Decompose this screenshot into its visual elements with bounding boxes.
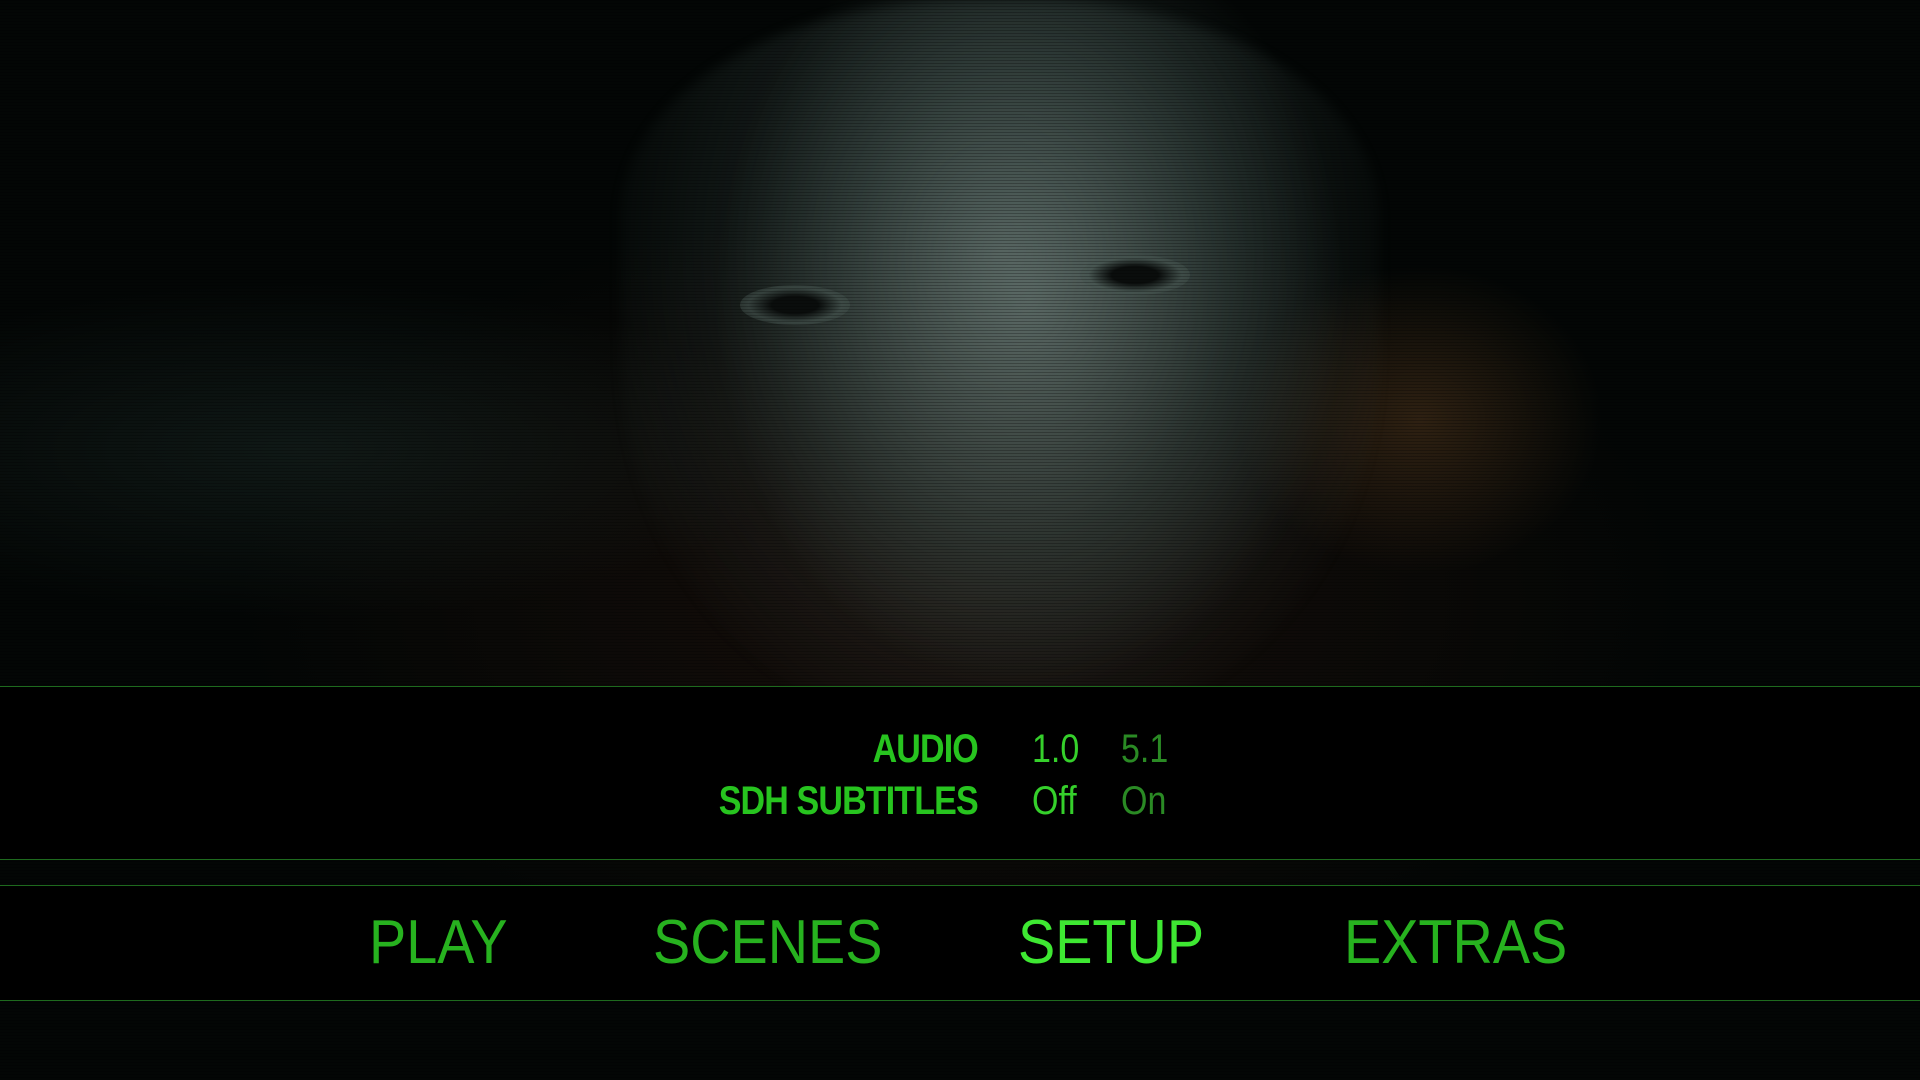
scenes-menu-item[interactable]: SCENES	[653, 886, 882, 1000]
setup-menu-item[interactable]: SETUP	[1018, 886, 1204, 1000]
subtitles-option-off[interactable]: Off	[1032, 775, 1077, 827]
audio-option-5-1[interactable]: 5.1	[1121, 723, 1168, 775]
audio-row: AUDIO 1.0 5.1	[0, 723, 1920, 775]
sdh-subtitles-label: SDH SUBTITLES	[718, 779, 979, 823]
main-menu-bar: PLAY SCENES SETUP EXTRAS	[0, 885, 1920, 1001]
subtitles-option-on[interactable]: On	[1121, 775, 1166, 827]
play-menu-item[interactable]: PLAY	[369, 886, 508, 1000]
audio-option-1-0[interactable]: 1.0	[1032, 723, 1079, 775]
face-image	[620, 0, 1380, 720]
sdh-subtitles-row: SDH SUBTITLES Off On	[0, 775, 1920, 827]
extras-menu-item[interactable]: EXTRAS	[1344, 886, 1567, 1000]
audio-label: AUDIO	[872, 727, 979, 771]
right-eye-shape	[1080, 255, 1190, 295]
setup-panel: AUDIO 1.0 5.1 SDH SUBTITLES Off On	[0, 686, 1920, 860]
left-eye-shape	[740, 285, 850, 325]
